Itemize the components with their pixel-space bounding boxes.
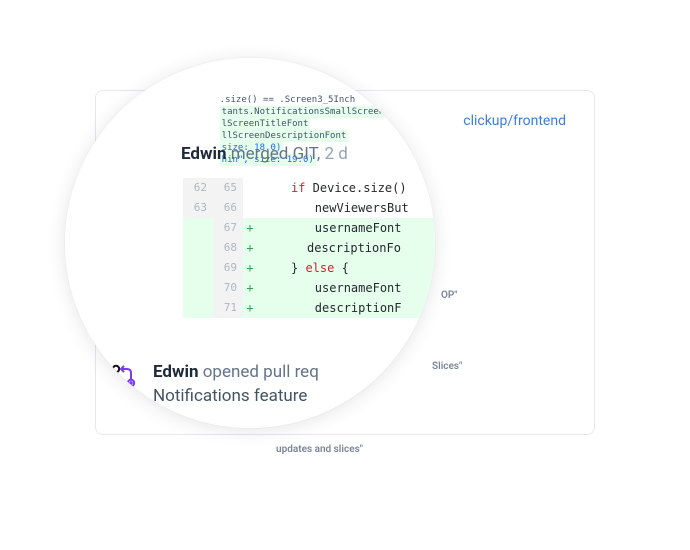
repo-link[interactable]: clickup/frontend xyxy=(463,113,566,129)
fragment-op: OP" xyxy=(441,290,458,301)
pull-request-header xyxy=(96,129,594,343)
repo-link-row: clickup/frontend xyxy=(96,91,594,129)
activity-card: clickup/frontend xyxy=(95,90,595,435)
fragment-slices: Slices" xyxy=(432,361,462,372)
fragment-updates: updates and slices" xyxy=(276,444,363,455)
